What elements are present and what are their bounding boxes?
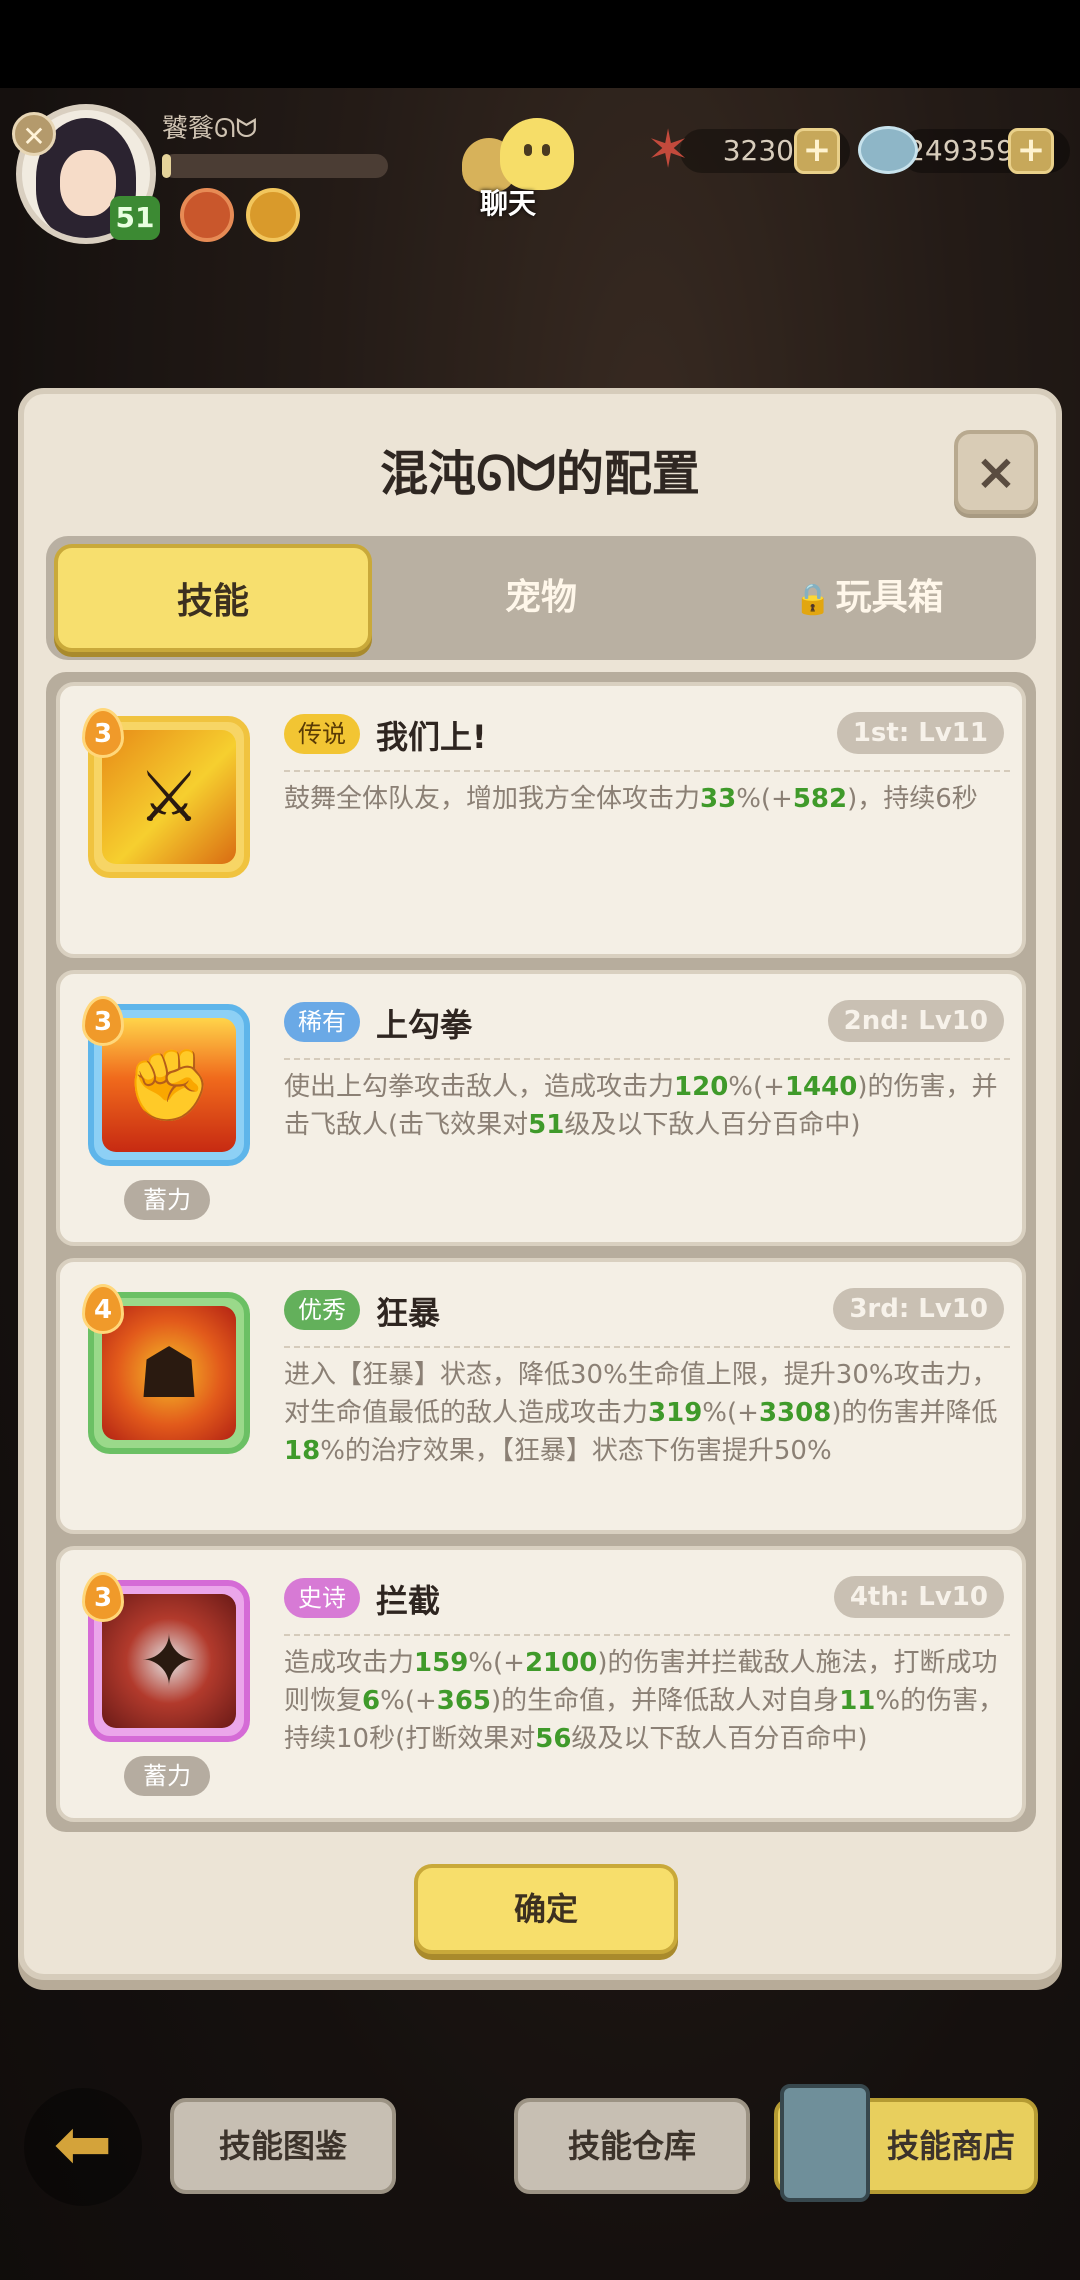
skill-description: 鼓舞全体队友，增加我方全体攻击力33%(+582)，持续6秒 — [284, 784, 978, 814]
buff-icon-gold[interactable] — [246, 188, 300, 242]
intercept-icon: ✦ — [139, 1620, 199, 1702]
skill-warehouse-button[interactable]: 技能仓库 — [514, 2098, 750, 2194]
berserk-icon: ☗ — [137, 1332, 201, 1414]
avatar-crossed-icon: ✕ — [12, 112, 56, 156]
starfish-icon: ✶ — [646, 120, 690, 180]
tab-toybox-label: 玩具箱 — [835, 577, 944, 618]
ghost-eye-left — [524, 144, 532, 156]
divider — [284, 770, 1010, 772]
player-name: 饕餮ᘏᗢ — [162, 114, 258, 144]
skill-name: 我们上! — [376, 718, 487, 756]
tab-toybox[interactable]: 🔒 玩具箱 — [710, 544, 1028, 652]
tab-bar: 技能 宠物 🔒 玩具箱 — [46, 536, 1036, 660]
skill-slot-level: 2nd: Lv10 — [827, 1000, 1004, 1042]
back-arrow-icon[interactable]: ⬅ — [24, 2088, 142, 2206]
skill-slot-level: 1st: Lv11 — [836, 712, 1004, 754]
close-button[interactable]: × — [954, 430, 1038, 514]
skill-card[interactable]: ⚔ 3 传说 我们上! 1st: Lv11 鼓舞全体队友，增加我方全体攻击力33… — [56, 682, 1026, 958]
rally-icon: ⚔ — [137, 756, 201, 838]
divider — [284, 1346, 1010, 1348]
skill-name: 拦截 — [376, 1582, 441, 1620]
divider — [284, 1634, 1010, 1636]
divider — [284, 1058, 1010, 1060]
ghost-eye-right — [542, 144, 550, 156]
shop-stone-icon — [780, 2084, 870, 2202]
player-level-badge: 51 — [110, 196, 160, 240]
chat-label[interactable]: 聊天 — [480, 182, 536, 222]
charge-tag: 蓄力 — [124, 1180, 210, 1220]
rarity-badge: 史诗 — [284, 1578, 360, 1618]
confirm-button[interactable]: 确定 — [414, 1864, 678, 1954]
skill-catalog-button[interactable]: 技能图鉴 — [170, 2098, 396, 2194]
rarity-badge: 优秀 — [284, 1290, 360, 1330]
fist-icon: ✊ — [125, 1044, 213, 1126]
skill-name: 狂暴 — [376, 1294, 441, 1332]
skill-card[interactable]: ✦ 3 蓄力 史诗 拦截 4th: Lv10 造成攻击力159%(+2100)的… — [56, 1546, 1026, 1822]
skill-card[interactable]: ✊ 3 蓄力 稀有 上勾拳 2nd: Lv10 使出上勾拳攻击敌人，造成攻击力1… — [56, 970, 1026, 1246]
avatar-face — [60, 150, 116, 216]
rarity-badge: 传说 — [284, 714, 360, 754]
rarity-badge: 稀有 — [284, 1002, 360, 1042]
skill-slot-level: 4th: Lv10 — [833, 1576, 1004, 1618]
skill-list[interactable]: ⚔ 3 传说 我们上! 1st: Lv11 鼓舞全体队友，增加我方全体攻击力33… — [46, 672, 1036, 1832]
tab-pets[interactable]: 宠物 — [382, 544, 700, 652]
add-shell-button[interactable]: + — [1008, 128, 1054, 174]
skill-description: 使出上勾拳攻击敌人，造成攻击力120%(+1440)的伤害，并击飞敌人(击飞效果… — [284, 1072, 998, 1140]
panel-title: 混沌ᘏᗢ的配置 — [380, 446, 700, 502]
chat-ghost-icon[interactable] — [500, 118, 574, 190]
lock-icon: 🔒 — [794, 582, 832, 617]
skill-slot-level: 3rd: Lv10 — [833, 1288, 1004, 1330]
status-bar — [0, 0, 1080, 88]
exp-bar — [162, 154, 388, 178]
buff-icon-orange[interactable] — [180, 188, 234, 242]
add-starfish-button[interactable]: + — [794, 128, 840, 174]
shell-icon — [858, 126, 918, 174]
skill-card[interactable]: ☗ 4 优秀 狂暴 3rd: Lv10 进入【狂暴】状态，降低30%生命值上限，… — [56, 1258, 1026, 1534]
skill-name: 上勾拳 — [376, 1006, 473, 1044]
tab-skills[interactable]: 技能 — [54, 544, 372, 652]
config-panel: 混沌ᘏᗢ的配置 × 技能 宠物 🔒 玩具箱 ⚔ 3 传说 我们上! 1st: Lv… — [18, 388, 1062, 1980]
skill-description: 造成攻击力159%(+2100)的伤害并拦截敌人施法，打断成功则恢复6%(+36… — [284, 1648, 1005, 1754]
charge-tag: 蓄力 — [124, 1756, 210, 1796]
skill-description: 进入【狂暴】状态，降低30%生命值上限，提升30%攻击力，对生命值最低的敌人造成… — [284, 1360, 998, 1466]
exp-bar-fill — [162, 154, 172, 178]
